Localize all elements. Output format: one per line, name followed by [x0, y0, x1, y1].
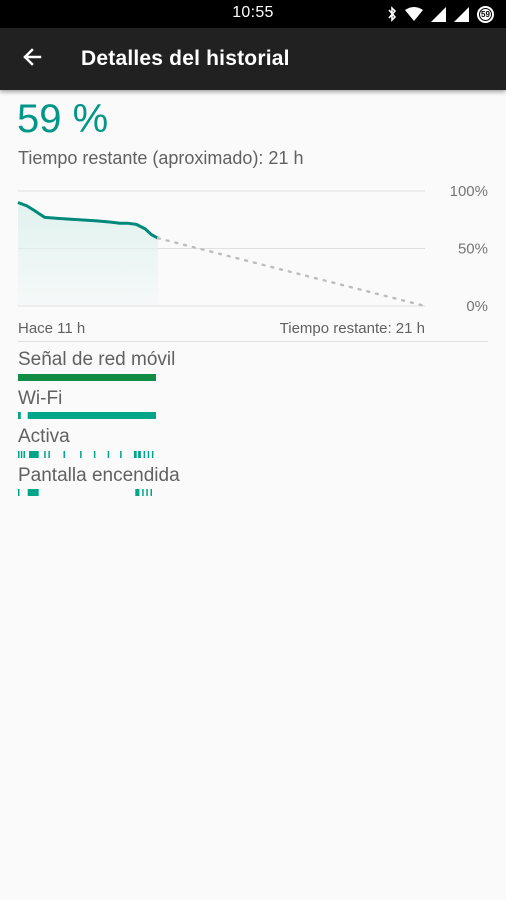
mobile-signal-label: Señal de red móvil: [18, 349, 176, 370]
x-end-label: Tiempo restante: 21 h: [280, 320, 425, 337]
battery-icon: 59: [477, 5, 494, 23]
usage-segment: [150, 489, 152, 496]
remaining-time: Tiempo restante (aproximado): 21 h: [18, 148, 304, 168]
battery-percentage: 59 %: [17, 97, 109, 141]
usage-segment: [142, 489, 144, 496]
x-start-label: Hace 11 h: [18, 320, 85, 337]
usage-segment: [107, 451, 110, 458]
usage-segment: [151, 451, 154, 458]
wifi-label: Wi-Fi: [18, 388, 63, 409]
usage-segment: [138, 451, 141, 458]
y-tick-label: 100%: [450, 183, 488, 200]
y-tick-label: 50%: [458, 241, 488, 258]
battery-history-chart: 100% 50% 0% Hace 11 h Tiempo restante: 21 …: [17, 183, 488, 337]
signal-icon: [454, 6, 469, 22]
usage-segment: [18, 412, 21, 419]
usage-segment: [93, 451, 96, 458]
app-bar: Detalles del historial: [0, 28, 506, 90]
bluetooth-icon: [387, 6, 397, 22]
mobile-signal-bar: [18, 374, 156, 381]
usage-segment: [63, 451, 65, 458]
status-icons: 59: [387, 5, 494, 23]
wifi-icon: [405, 7, 423, 21]
usage-segment: [44, 451, 46, 458]
history-fill: [18, 202, 158, 306]
usage-segment: [147, 451, 150, 458]
usage-segment: [23, 451, 25, 458]
wifi-bar: [18, 412, 156, 419]
screen-on-label: Pantalla encendida: [18, 465, 180, 486]
usage-segment: [27, 412, 156, 419]
usage-segment: [133, 451, 137, 458]
usage-segment: [80, 451, 82, 458]
arrow-left-icon: [22, 47, 42, 72]
active-label: Activa: [18, 426, 70, 447]
usage-segment: [135, 489, 140, 496]
signal-icon: [431, 6, 446, 22]
status-bar: 10:55 59: [0, 0, 506, 28]
usage-segment: [27, 489, 39, 496]
screen-on-bar: [18, 489, 156, 496]
usage-segment: [29, 451, 39, 458]
usage-segment: [18, 489, 20, 496]
usage-segment: [18, 374, 156, 381]
divider: [18, 341, 488, 342]
page-title: Detalles del historial: [81, 47, 290, 70]
y-tick-label: 0%: [466, 298, 488, 315]
active-bar: [18, 451, 156, 458]
usage-segment: [18, 451, 20, 458]
usage-segment: [48, 451, 50, 458]
usage-segment: [143, 451, 146, 458]
back-button[interactable]: [14, 41, 50, 77]
usage-segment: [120, 451, 122, 458]
usage-segment: [146, 489, 148, 496]
usage-segment: [20, 451, 23, 458]
